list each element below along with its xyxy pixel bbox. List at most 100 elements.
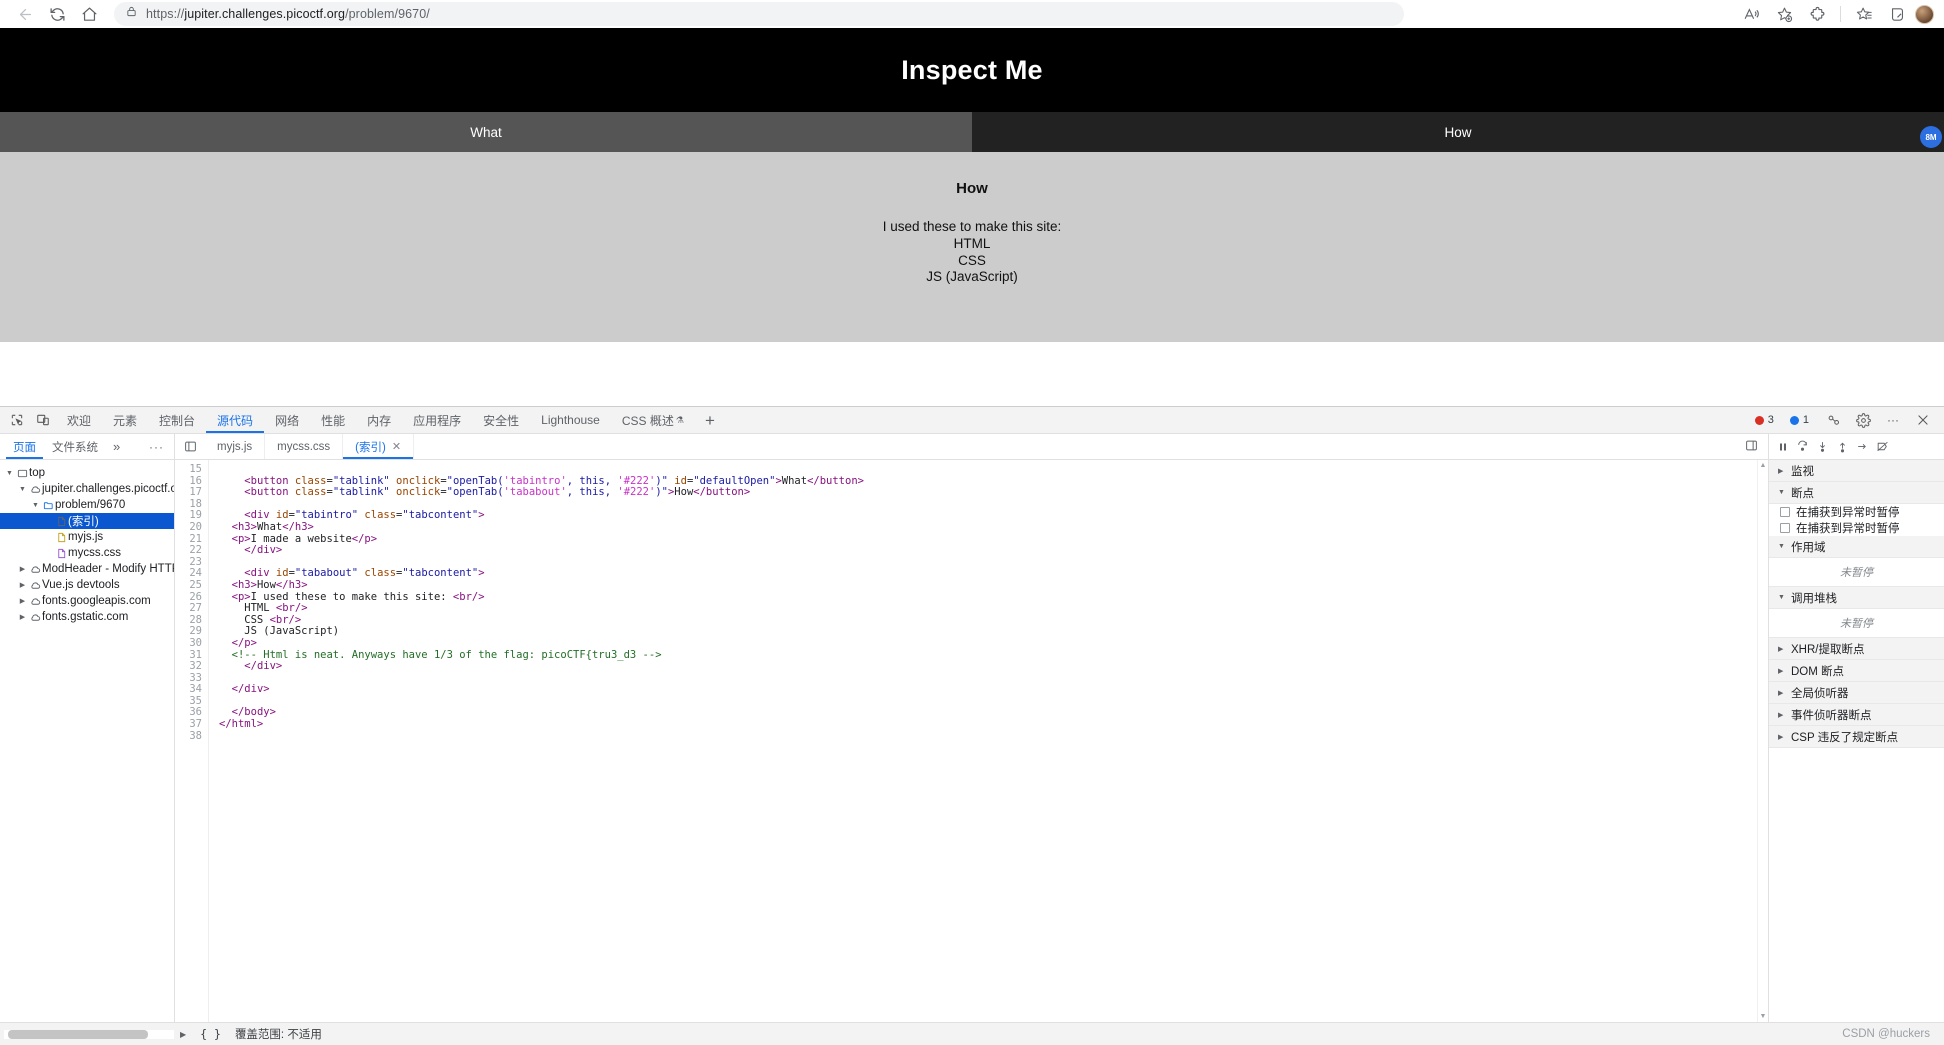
line-number[interactable]: 25 [175,579,202,592]
devtools-tab-security[interactable]: 安全性 [472,407,530,433]
code-line[interactable]: <p>I used these to make this site: <br/> [219,591,1768,604]
source-code[interactable]: <button class="tablink" onclick="openTab… [209,460,1768,1022]
devtools-tab-performance[interactable]: 性能 [310,407,356,433]
line-number[interactable]: 27 [175,603,202,615]
line-number[interactable]: 37 [175,718,202,731]
show-debugger-icon[interactable] [1735,439,1768,455]
expand-twisty-icon[interactable]: ▶ [17,565,28,573]
code-line[interactable]: <!-- Html is neat. Anyways have 1/3 of t… [219,649,1768,662]
debugger-section-header[interactable]: ▶ XHR/提取断点 [1769,638,1944,660]
code-line[interactable]: <p>I made a website</p> [219,533,1768,546]
code-line[interactable] [219,673,1768,685]
file-tree-item[interactable]: ▼ jupiter.challenges.picoctf.org [0,481,174,497]
editor-scrollbar[interactable]: ▲ ▼ [1757,460,1768,1022]
expand-twisty-icon[interactable]: ▶ [1778,733,1786,741]
breakpoint-option-row[interactable]: 在捕获到异常时暂停 [1769,504,1944,520]
file-tree-item[interactable]: ▼ top [0,465,174,481]
line-number[interactable]: 32 [175,660,202,673]
devtools-tab-console[interactable]: 控制台 [148,407,206,433]
devtools-tab-application[interactable]: 应用程序 [402,407,472,433]
page-tab-what[interactable]: What [0,112,972,152]
favorites-icon[interactable] [1849,2,1879,26]
expand-twisty-icon[interactable]: ▶ [1778,467,1786,475]
file-tree-item[interactable]: ▶ fonts.gstatic.com [0,609,174,625]
code-line[interactable] [219,696,1768,708]
expand-twisty-icon[interactable]: ▶ [1778,645,1786,653]
expand-arrow-icon[interactable]: ▶ [174,1030,192,1039]
code-line[interactable]: CSS <br/> [219,614,1768,627]
expand-twisty-icon[interactable]: ▶ [17,581,28,589]
add-favorite-icon[interactable] [1769,2,1799,26]
editor-tab-myjs[interactable]: myjs.js [205,434,266,459]
collapse-twisty-icon[interactable]: ▼ [1778,594,1786,601]
close-icon[interactable] [1910,408,1936,432]
checkbox[interactable] [1780,507,1790,517]
navigator-horizontal-scrollbar[interactable] [4,1029,174,1039]
status-badge[interactable]: 8M [1920,126,1942,148]
debugger-section-header[interactable]: ▶ CSP 违反了规定断点 [1769,726,1944,748]
navigator-more-tabs-icon[interactable]: » [107,439,126,454]
expand-twisty-icon[interactable]: ▶ [17,613,28,621]
code-line[interactable]: JS (JavaScript) [219,626,1768,638]
file-tree-item[interactable]: ▶ ModHeader - Modify HTTP head [0,561,174,577]
read-aloud-icon[interactable] [1736,2,1766,26]
devtools-tab-elements[interactable]: 元素 [102,407,148,433]
file-tree-item[interactable]: ▶ Vue.js devtools [0,577,174,593]
reload-icon[interactable] [42,2,72,26]
expand-twisty-icon[interactable]: ▶ [1778,667,1786,675]
editor-tab-mycss[interactable]: mycss.css [265,434,344,459]
step-over-icon[interactable] [1793,436,1812,458]
code-line[interactable]: </div> [219,660,1768,673]
expand-twisty-icon[interactable]: ▶ [1778,711,1786,719]
code-line[interactable] [219,731,1768,743]
navigator-options-icon[interactable]: ··· [149,440,174,454]
line-number[interactable]: 20 [175,521,202,534]
back-arrow-icon[interactable] [10,2,40,26]
code-line[interactable]: </div> [219,544,1768,557]
debugger-section-header[interactable]: ▶ 全局侦听器 [1769,682,1944,704]
file-tree-item[interactable]: mycss.css [0,545,174,561]
add-panel-button[interactable]: + [695,412,725,429]
cast-icon[interactable] [1820,408,1846,432]
pretty-print-button[interactable]: { } [192,1027,235,1041]
code-line[interactable]: <div id="tabintro" class="tabcontent"> [219,510,1768,522]
code-line[interactable]: <div id="tababout" class="tabcontent"> [219,568,1768,580]
collapse-twisty-icon[interactable]: ▼ [30,502,41,509]
collapse-twisty-icon[interactable]: ▼ [4,470,15,477]
file-tree-item[interactable]: ▼ problem/9670 [0,497,174,513]
debugger-section-header[interactable]: ▼ 断点 [1769,482,1944,504]
devtools-tab-network[interactable]: 网络 [264,407,310,433]
line-number[interactable]: 22 [175,545,202,557]
scroll-up-icon[interactable]: ▲ [1758,462,1768,469]
devtools-tab-lighthouse[interactable]: Lighthouse [530,407,611,433]
profile-avatar[interactable] [1915,4,1934,24]
scroll-down-icon[interactable]: ▼ [1758,1013,1768,1020]
debugger-section-header[interactable]: ▼ 作用域 [1769,536,1944,558]
devtools-tab-css-overview[interactable]: CSS 概述 ⚗ [611,407,695,433]
line-number[interactable]: 15 [175,463,202,476]
code-line[interactable]: </body> [219,707,1768,719]
collapse-twisty-icon[interactable]: ▼ [1778,489,1786,496]
checkbox[interactable] [1780,523,1790,533]
line-number[interactable]: 30 [175,637,202,650]
devtools-tab-memory[interactable]: 内存 [356,407,402,433]
collections-icon[interactable] [1882,2,1912,26]
code-area[interactable]: 15 16 17 18 19 20 21 22 23 24 25 26 27 28 29 30 31 32 33 34… [175,460,1768,1022]
page-tab-how[interactable]: How [972,112,1944,152]
step-icon[interactable] [1853,436,1872,458]
code-line[interactable]: <button class="tablink" onclick="openTab… [219,486,1768,499]
extensions-icon[interactable] [1802,2,1832,26]
code-line[interactable]: </div> [219,683,1768,696]
deactivate-breakpoints-icon[interactable] [1873,436,1892,458]
expand-twisty-icon[interactable]: ▶ [1778,689,1786,697]
code-line[interactable]: <h3>What</h3> [219,521,1768,534]
step-into-icon[interactable] [1813,436,1832,458]
error-count-badge[interactable]: 3 [1749,413,1781,427]
expand-twisty-icon[interactable]: ▶ [17,597,28,605]
debugger-section-header[interactable]: ▶ 监视 [1769,460,1944,482]
home-icon[interactable] [74,2,104,26]
step-out-icon[interactable] [1833,436,1852,458]
navigator-tab-page[interactable]: 页面 [6,434,43,459]
inspect-element-icon[interactable] [4,408,30,432]
collapse-twisty-icon[interactable]: ▼ [1778,543,1786,550]
